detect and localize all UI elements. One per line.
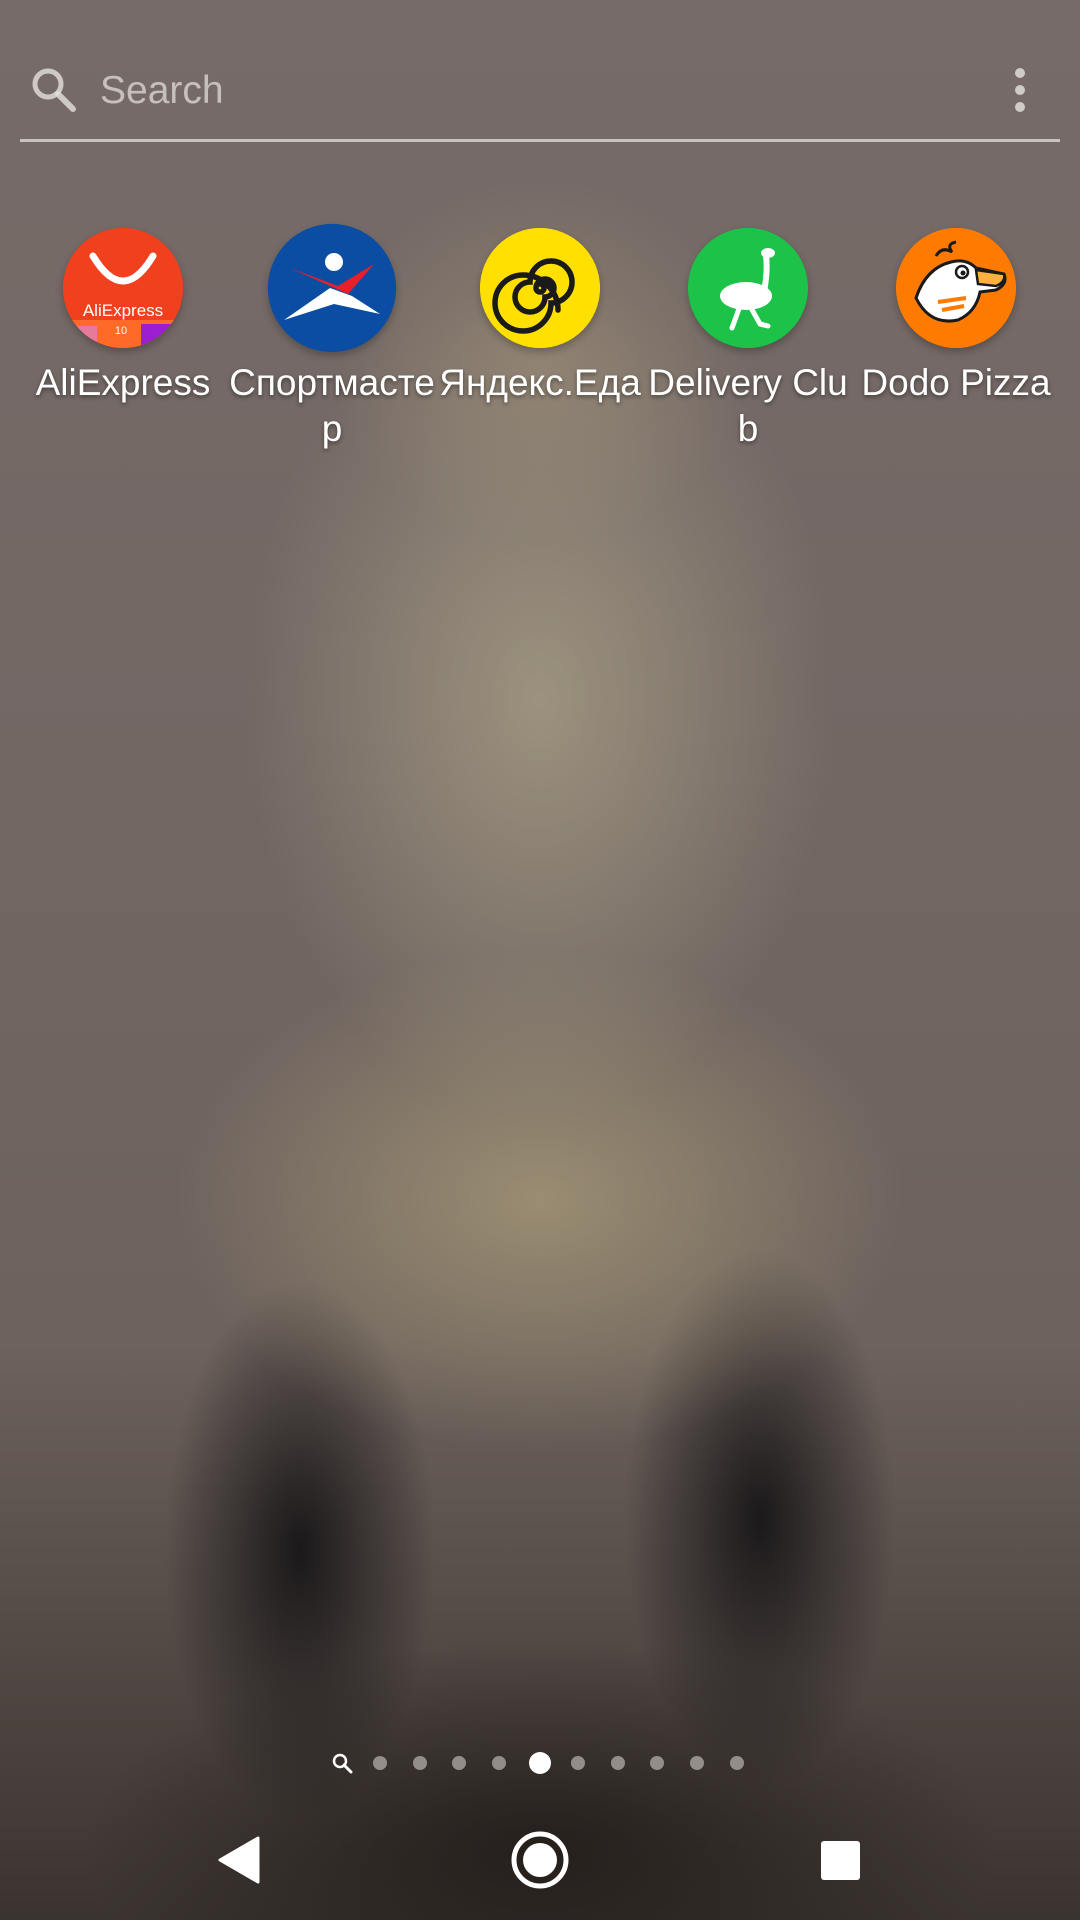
page-indicator	[0, 1748, 1080, 1778]
aliexpress-badge-sub: 10	[115, 325, 127, 337]
search-input[interactable]	[100, 68, 900, 114]
ostrich-logo	[688, 228, 808, 348]
page-dot[interactable]	[730, 1756, 744, 1770]
more-options-button[interactable]	[998, 60, 1042, 120]
app-label-sportmaster: Спортмастер	[229, 362, 435, 449]
navigation-bar	[0, 1820, 1080, 1900]
page-dot-active[interactable]	[529, 1752, 551, 1774]
delivery-club-icon	[688, 228, 808, 348]
page-dot[interactable]	[571, 1756, 585, 1770]
page-dot[interactable]	[611, 1756, 625, 1770]
app-dodo-pizza[interactable]: Dodo Pizza	[852, 228, 1060, 406]
aliexpress-logo: AliExpress 10	[63, 228, 183, 348]
more-vert-icon-dot	[1015, 102, 1025, 112]
more-vert-icon-dot	[1015, 85, 1025, 95]
app-sportmaster[interactable]: Спортмастер	[228, 224, 436, 452]
yandex-eda-logo	[480, 228, 600, 348]
aliexpress-badge-text: AliExpress	[83, 301, 163, 320]
page-dot[interactable]	[650, 1756, 664, 1770]
page-dot[interactable]	[452, 1756, 466, 1770]
dodo-logo	[896, 228, 1016, 348]
back-triangle-icon[interactable]	[216, 1835, 260, 1885]
app-yandex-eda[interactable]: Яндекс.Еда	[436, 228, 644, 406]
search-page-icon[interactable]	[331, 1752, 353, 1774]
app-label-dodo-pizza: Dodo Pizza	[861, 362, 1051, 403]
search-bar[interactable]	[20, 40, 1060, 142]
aliexpress-icon: AliExpress 10	[63, 228, 183, 348]
page-dot[interactable]	[373, 1756, 387, 1770]
page-dot[interactable]	[413, 1756, 427, 1770]
recents-square-icon[interactable]	[821, 1841, 860, 1880]
search-icon	[32, 68, 76, 112]
page-dot[interactable]	[690, 1756, 704, 1770]
app-delivery-club[interactable]: Delivery Club	[644, 228, 852, 452]
more-vert-icon	[1015, 68, 1025, 78]
app-aliexpress[interactable]: AliExpress 10 AliExpress	[19, 228, 227, 406]
app-label-yandex-eda: Яндекс.Еда	[439, 362, 641, 403]
home-circle-icon[interactable]	[510, 1830, 570, 1890]
sportmaster-logo	[268, 224, 396, 352]
app-label-aliexpress: AliExpress	[35, 362, 211, 403]
page-dot[interactable]	[492, 1756, 506, 1770]
sportmaster-icon	[268, 224, 396, 352]
app-label-delivery-club: Delivery Club	[648, 362, 848, 449]
dodo-pizza-icon	[896, 228, 1016, 348]
yandex-eda-icon	[480, 228, 600, 348]
